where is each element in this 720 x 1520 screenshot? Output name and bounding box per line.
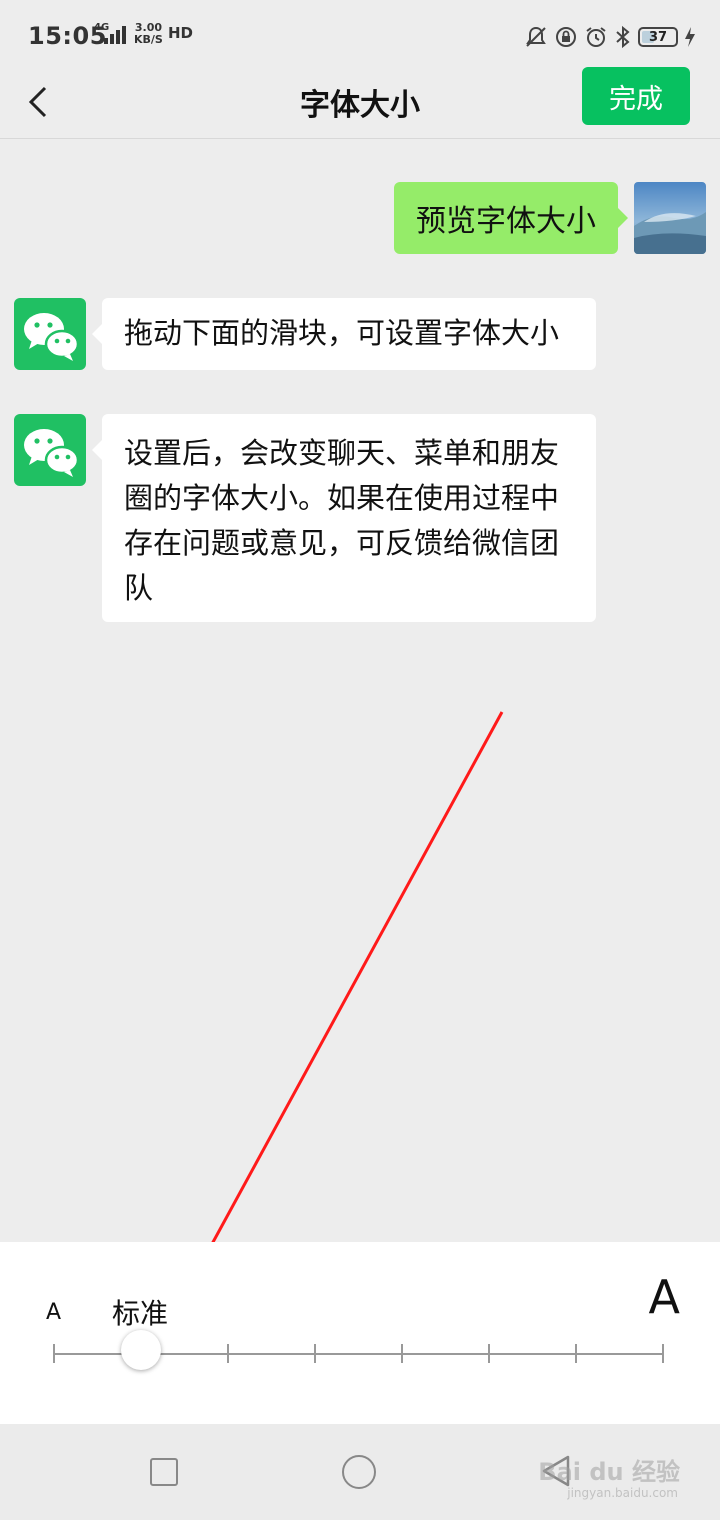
slider-tick[interactable]	[662, 1344, 664, 1363]
wechat-logo-icon	[24, 429, 80, 477]
slider-tick[interactable]	[53, 1344, 55, 1363]
battery-level: 37	[648, 29, 668, 45]
status-icons: 37	[524, 22, 696, 52]
mute-icon	[526, 26, 546, 47]
alarm-icon	[586, 27, 606, 47]
wechat-logo-icon	[24, 313, 80, 361]
slider-tick[interactable]	[314, 1344, 316, 1363]
battery-icon: 37	[638, 27, 678, 47]
current-font-size-label: 标准	[112, 1297, 169, 1330]
user-avatar[interactable]	[634, 182, 706, 254]
small-font-label: A	[46, 1300, 62, 1325]
slider-tick[interactable]	[575, 1344, 577, 1363]
speed-unit: KB/S	[134, 33, 163, 46]
sent-message-text: 预览字体大小	[416, 204, 596, 239]
large-font-label: A	[648, 1270, 680, 1324]
received-message-text: 设置后，会改变聊天、菜单和朋友圈的字体大小。如果在使用过程中存在问题或意见，可反…	[124, 436, 560, 605]
hd-badge: HD	[168, 24, 194, 42]
charging-icon	[685, 27, 695, 47]
watermark-logo: Bai du 经验	[538, 1458, 680, 1486]
signal-icon	[104, 26, 126, 44]
received-message-text: 拖动下面的滑块，可设置字体大小	[124, 316, 560, 350]
watermark-url: jingyan.baidu.com	[567, 1486, 678, 1500]
home-icon[interactable]	[342, 1455, 376, 1489]
slider-tick[interactable]	[401, 1344, 403, 1363]
bluetooth-icon	[616, 25, 630, 49]
recent-apps-icon[interactable]	[150, 1458, 178, 1486]
header: 字体大小 完成	[0, 67, 720, 139]
received-message-bubble: 设置后，会改变聊天、菜单和朋友圈的字体大小。如果在使用过程中存在问题或意见，可反…	[92, 414, 596, 622]
sent-message-bubble: 预览字体大小	[394, 182, 628, 254]
avatar-image	[634, 182, 706, 254]
done-button[interactable]: 完成	[582, 67, 690, 125]
status-bar: 15:05 4G 3.00 KB/S HD 37	[0, 0, 720, 70]
system-nav-bar: Bai du 经验 jingyan.baidu.com	[0, 1424, 720, 1520]
wechat-avatar[interactable]	[14, 298, 86, 370]
font-size-slider-panel: A 标准 A	[0, 1242, 720, 1424]
slider-tick[interactable]	[488, 1344, 490, 1363]
wechat-avatar[interactable]	[14, 414, 86, 486]
slider-tick[interactable]	[227, 1344, 229, 1363]
slider-thumb[interactable]	[121, 1330, 161, 1370]
rotation-lock-icon	[556, 27, 576, 47]
network-indicator: 4G 3.00 KB/S HD	[94, 22, 194, 50]
received-message-bubble: 拖动下面的滑块，可设置字体大小	[92, 298, 596, 370]
network-speed: 3.00 KB/S	[134, 22, 163, 46]
